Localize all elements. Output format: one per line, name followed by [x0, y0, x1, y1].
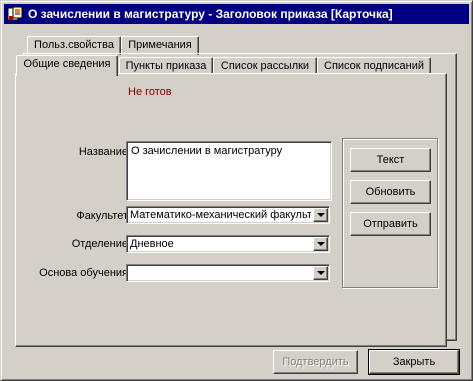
faculty-label: Факультет: [76, 210, 128, 222]
refresh-button[interactable]: Обновить: [350, 180, 431, 204]
chevron-down-icon[interactable]: [313, 208, 328, 222]
basis-select[interactable]: [126, 264, 330, 282]
status-text: Не готов: [128, 86, 172, 98]
department-select[interactable]: Дневное: [126, 235, 330, 253]
actions-group: Текст Обновить Отправить: [342, 138, 438, 288]
tab-label: Общие сведения: [23, 58, 111, 70]
general-info-page: Не готов Название О зачислении в магистр…: [15, 73, 447, 347]
faculty-value: Математико-механический факультет: [130, 209, 311, 221]
title-bar[interactable]: О зачислении в магистратуру - Заголовок …: [4, 4, 469, 24]
window-title: О зачислении в магистратуру - Заголовок …: [28, 7, 393, 21]
basis-label: Основа обучения: [39, 267, 128, 279]
tab-label: Польз.свойства: [34, 39, 114, 51]
department-label: Отделение: [71, 238, 128, 250]
dialog-window: О зачислении в магистратуру - Заголовок …: [0, 0, 473, 381]
name-textarea[interactable]: О зачислении в магистратуру: [126, 141, 332, 201]
department-value: Дневное: [130, 238, 174, 250]
tab-general-info[interactable]: Общие сведения: [16, 55, 118, 76]
chevron-down-icon[interactable]: [313, 237, 328, 251]
app-icon: [7, 6, 23, 21]
faculty-select[interactable]: Математико-механический факультет: [126, 206, 330, 224]
tab-label: Список рассылки: [220, 60, 310, 72]
name-value: О зачислении в магистратуру: [131, 145, 283, 157]
name-label: Название: [78, 146, 128, 158]
close-button[interactable]: Закрыть: [368, 349, 460, 375]
text-button[interactable]: Текст: [350, 148, 431, 172]
confirm-button[interactable]: Подтвердить: [273, 350, 358, 374]
tab-label: Список подписаний: [324, 60, 424, 72]
send-button[interactable]: Отправить: [350, 212, 431, 236]
tab-label: Примечания: [128, 39, 192, 51]
chevron-down-icon[interactable]: [313, 266, 328, 280]
tab-label: Пункты приказа: [125, 60, 207, 72]
